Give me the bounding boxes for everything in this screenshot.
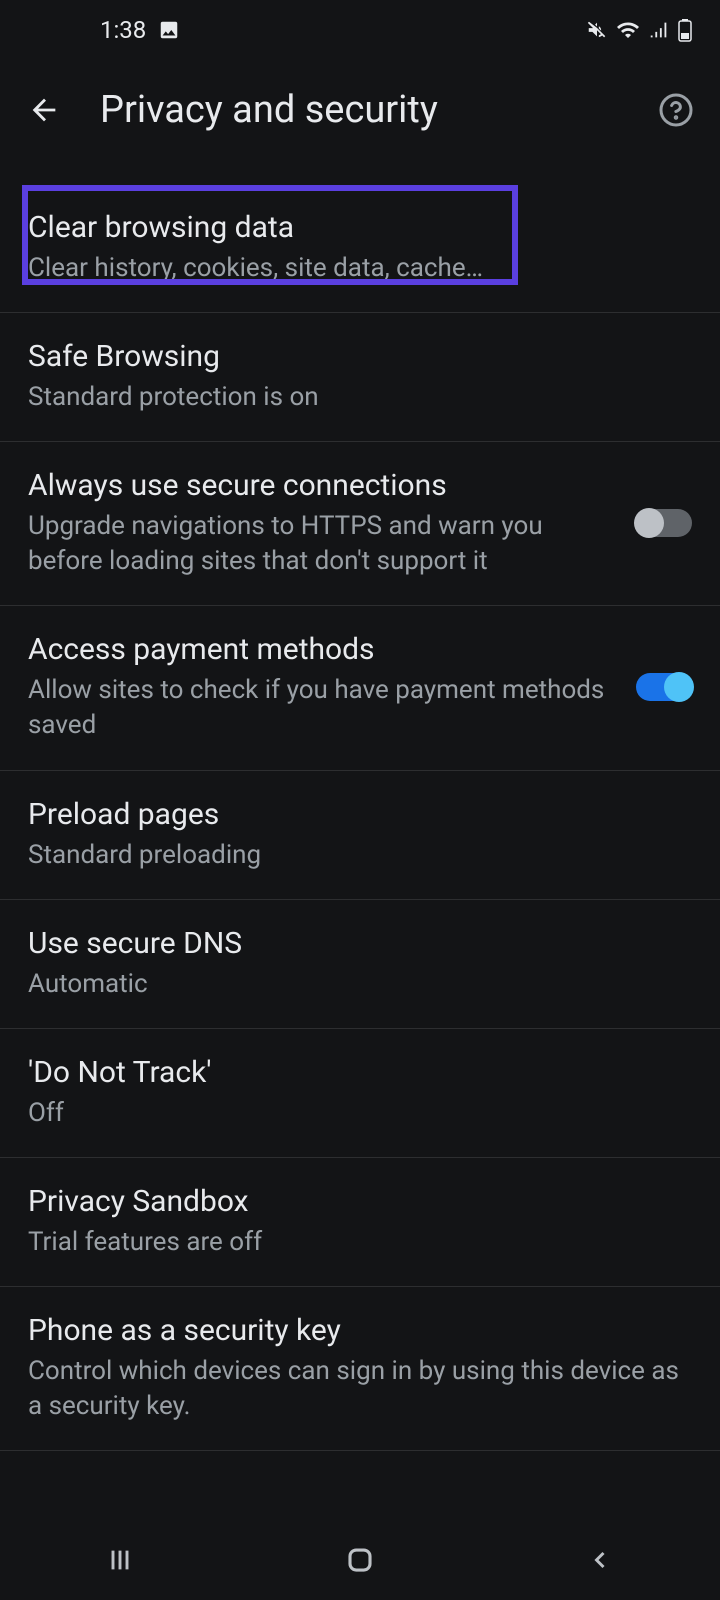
item-text: Phone as a security key Control which de… — [28, 1311, 692, 1424]
signal-icon — [648, 19, 670, 41]
toggle-always-secure-connections[interactable] — [636, 509, 692, 537]
item-subtitle: Off — [28, 1096, 692, 1131]
item-title: Phone as a security key — [28, 1311, 692, 1350]
item-title: Use secure DNS — [28, 924, 692, 963]
item-text: Clear browsing data Clear history, cooki… — [28, 208, 692, 286]
item-text: Use secure DNS Automatic — [28, 924, 692, 1002]
item-preload-pages[interactable]: Preload pages Standard preloading — [0, 771, 720, 900]
status-right — [586, 18, 692, 42]
item-title: 'Do Not Track' — [28, 1053, 692, 1092]
arrow-back-icon — [27, 93, 61, 127]
item-title: Privacy Sandbox — [28, 1182, 692, 1221]
toggle-knob — [634, 508, 664, 538]
item-title: Clear browsing data — [28, 208, 692, 247]
settings-list: Clear browsing data Clear history, cooki… — [0, 184, 720, 1451]
battery-icon — [678, 18, 692, 42]
item-subtitle: Control which devices can sign in by usi… — [28, 1354, 692, 1424]
item-do-not-track[interactable]: 'Do Not Track' Off — [0, 1029, 720, 1158]
status-time: 1:38 — [100, 16, 146, 44]
item-use-secure-dns[interactable]: Use secure DNS Automatic — [0, 900, 720, 1029]
item-text: Safe Browsing Standard protection is on — [28, 337, 692, 415]
system-nav-bar — [0, 1520, 720, 1600]
item-subtitle: Clear history, cookies, site data, cache… — [28, 251, 692, 286]
item-text: Preload pages Standard preloading — [28, 795, 692, 873]
item-text: 'Do Not Track' Off — [28, 1053, 692, 1131]
chevron-left-icon — [586, 1546, 614, 1574]
item-always-secure-connections[interactable]: Always use secure connections Upgrade na… — [0, 442, 720, 606]
nav-back-button[interactable] — [570, 1540, 630, 1580]
help-button[interactable] — [654, 88, 698, 132]
item-subtitle: Standard protection is on — [28, 380, 692, 415]
item-subtitle: Standard preloading — [28, 838, 692, 873]
item-privacy-sandbox[interactable]: Privacy Sandbox Trial features are off — [0, 1158, 720, 1287]
item-title: Always use secure connections — [28, 466, 620, 505]
item-title: Preload pages — [28, 795, 692, 834]
recent-apps-button[interactable] — [90, 1540, 150, 1580]
item-text: Access payment methods Allow sites to ch… — [28, 630, 620, 743]
item-phone-security-key[interactable]: Phone as a security key Control which de… — [0, 1287, 720, 1451]
item-safe-browsing[interactable]: Safe Browsing Standard protection is on — [0, 313, 720, 442]
item-clear-browsing-data[interactable]: Clear browsing data Clear history, cooki… — [0, 184, 720, 313]
status-left: 1:38 — [100, 16, 180, 44]
back-button[interactable] — [22, 88, 66, 132]
item-title: Safe Browsing — [28, 337, 692, 376]
mute-icon — [586, 19, 608, 41]
status-bar: 1:38 — [0, 0, 720, 60]
toggle-access-payment-methods[interactable] — [636, 673, 692, 701]
screenshot-icon — [158, 19, 180, 41]
home-icon — [345, 1545, 375, 1575]
help-icon — [658, 92, 694, 128]
header: Privacy and security — [0, 60, 720, 160]
item-text: Privacy Sandbox Trial features are off — [28, 1182, 692, 1260]
item-text: Always use secure connections Upgrade na… — [28, 466, 620, 579]
toggle-knob — [664, 672, 694, 702]
item-access-payment-methods[interactable]: Access payment methods Allow sites to ch… — [0, 606, 720, 770]
item-subtitle: Upgrade navigations to HTTPS and warn yo… — [28, 509, 620, 579]
item-title: Access payment methods — [28, 630, 620, 669]
item-subtitle: Automatic — [28, 967, 692, 1002]
recent-apps-icon — [106, 1546, 134, 1574]
wifi-icon — [616, 18, 640, 42]
home-button[interactable] — [330, 1540, 390, 1580]
item-subtitle: Allow sites to check if you have payment… — [28, 673, 620, 743]
item-subtitle: Trial features are off — [28, 1225, 692, 1260]
page-title: Privacy and security — [100, 88, 620, 132]
